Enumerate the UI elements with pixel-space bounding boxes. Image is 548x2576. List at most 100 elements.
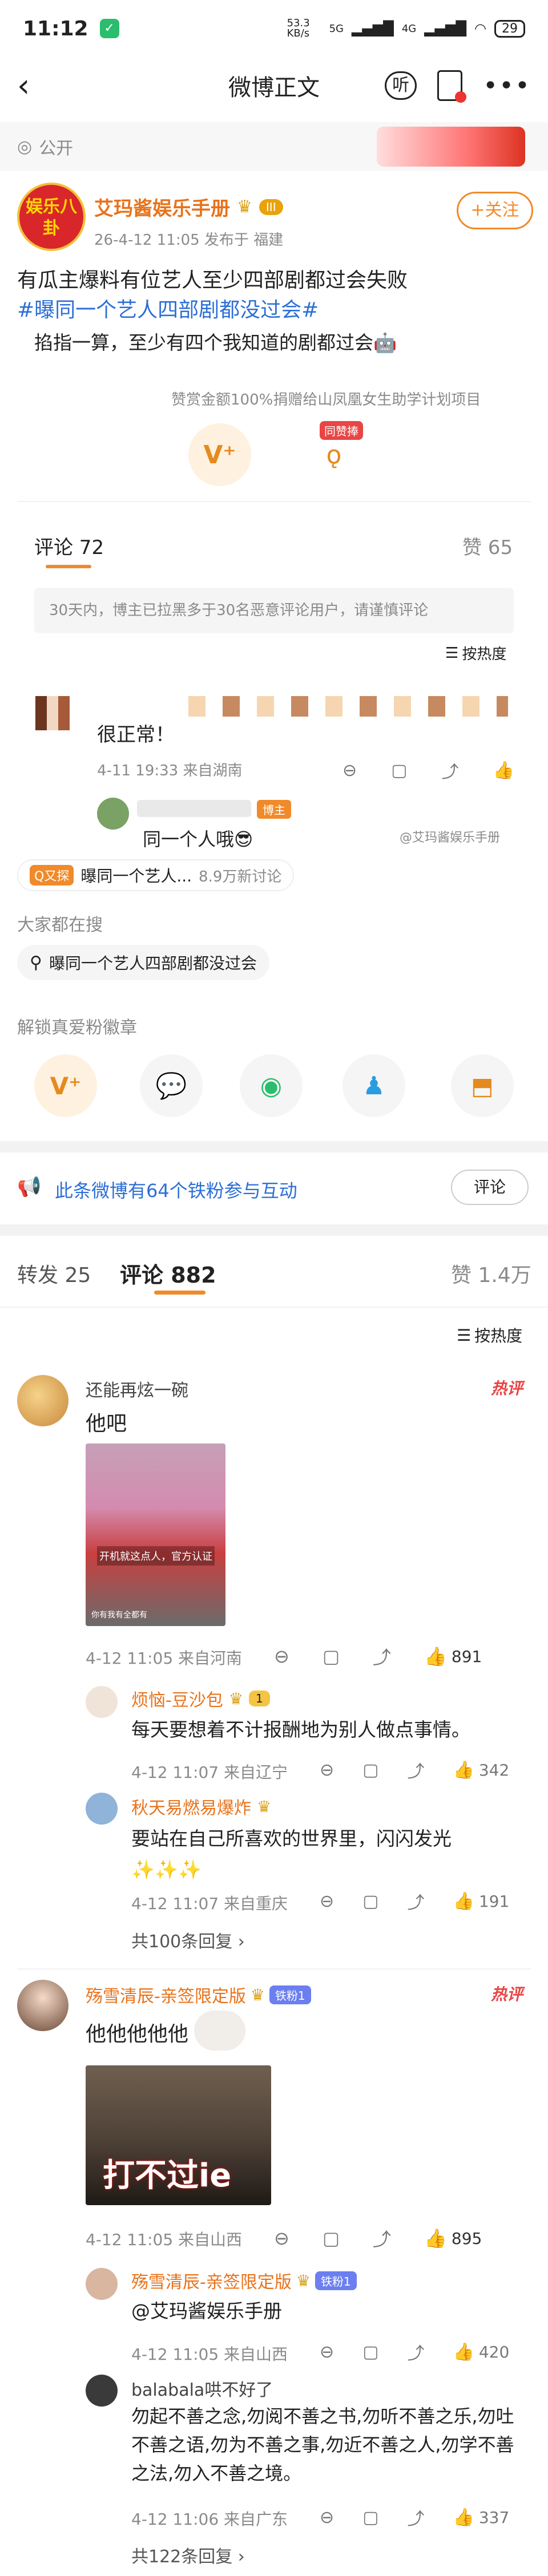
like-icon[interactable]: 👍 (453, 1760, 474, 1780)
comment-icon[interactable]: ▢ (362, 1760, 378, 1780)
reply-username[interactable]: 烦恼-豆沙包 (131, 1686, 223, 1711)
comment-divider (17, 1968, 531, 1970)
comment-meta: 4-12 11:05 来自山西 (86, 2230, 243, 2249)
qq-share-icon[interactable]: ♟ (342, 1054, 405, 1117)
back-icon[interactable]: ‹ (17, 67, 51, 104)
tab-comment[interactable]: 评论 882 (120, 1257, 216, 1289)
reply-username[interactable]: 殇雪清辰-亲签限定版 (131, 2268, 292, 2293)
reply-avatar[interactable] (86, 1793, 118, 1825)
comment-text: 他吧 (86, 1412, 127, 1435)
dislike-icon[interactable]: ⊖ (320, 2342, 334, 2362)
visibility-bar: ◎ 公开 (0, 122, 548, 171)
comment-icon[interactable]: ▢ (362, 1891, 378, 1911)
post-hashtag[interactable]: #曝同一个艺人四部剧都没过会# (17, 293, 319, 323)
reply-meta: 4-12 11:06 来自广东 (131, 2510, 288, 2529)
post-author[interactable]: 艾玛酱娱乐手册 (94, 193, 230, 221)
iron-fan-badge: 铁粉1 (315, 2271, 357, 2290)
topic-badge: Q又探 (30, 865, 74, 885)
comment-avatar[interactable] (17, 1375, 68, 1426)
iron-fans-comment-button[interactable]: 评论 (451, 1170, 529, 1205)
reply-username[interactable]: 秋天易燃易爆炸 (131, 1794, 251, 1819)
share-icon[interactable]: ⤴ (408, 2505, 425, 2530)
comment-notice: 30天内，博主已拉黑多于30名恶意评论用户，请谨慎评论 (34, 588, 514, 633)
wifi-icon: ◠ (474, 21, 486, 37)
reward-icon[interactable]: V⁺ (188, 423, 251, 486)
dislike-icon[interactable]: ⊖ (274, 1645, 289, 1667)
share-icon[interactable]: ⤴ (408, 1888, 425, 1914)
share-icon[interactable]: ⤴ (408, 2339, 425, 2364)
post-line-1: 有瓜主爆料有位艺人至少四部剧都过会失败 (17, 269, 408, 292)
share-icon[interactable]: ⤴ (373, 2225, 391, 2251)
red-packet-icon[interactable] (437, 70, 467, 103)
reply-meta: 4-12 11:07 来自重庆 (131, 1894, 288, 1913)
like-icon[interactable]: 👍 (453, 1891, 474, 1911)
moments-share-icon[interactable]: ◉ (240, 1054, 303, 1117)
like-count: 191 (478, 1891, 510, 1911)
like-icon[interactable]: 👍 (493, 761, 514, 781)
share-icon[interactable]: ⤴ (373, 1643, 391, 1669)
more-replies-link[interactable]: 共122条回复 › (131, 2542, 245, 2567)
inner-comments-tab[interactable]: 评论 72 (34, 532, 104, 560)
inner-likes-tab[interactable]: 赞 65 (462, 532, 513, 560)
comment-username[interactable]: 还能再炫一碗 (86, 1376, 188, 1401)
inner-sort[interactable]: 按热度 (462, 642, 506, 664)
comment-username[interactable]: 殇雪清辰-亲签限定版 (86, 1982, 246, 2007)
comment-avatar[interactable] (17, 1980, 68, 2031)
iron-fans-text: 此条微博有64个铁粉参与互动 (55, 1180, 297, 1202)
app-notification-icon: ✓ (99, 19, 119, 38)
reply-avatar[interactable] (86, 2268, 118, 2300)
search-icon: ⚲ (30, 952, 42, 973)
like-icon[interactable]: 👍 (424, 2227, 447, 2249)
more-replies-link[interactable]: 共100条回复 › (131, 1927, 245, 1952)
comment-icon[interactable]: ▢ (391, 761, 407, 781)
listen-button[interactable]: 听 (385, 71, 417, 100)
post-avatar[interactable]: 娱乐八卦 (17, 183, 86, 251)
comment-icon[interactable]: ▢ (362, 2342, 378, 2362)
like-icon[interactable]: 👍 (424, 1645, 447, 1667)
dislike-icon[interactable]: ⊖ (320, 1760, 334, 1780)
share-icon[interactable]: ⤴ (408, 1757, 425, 1782)
vplus-share-icon[interactable]: V⁺ (34, 1054, 97, 1117)
save-image-icon[interactable]: ⬒ (451, 1054, 514, 1117)
dislike-icon[interactable]: ⊖ (274, 2227, 289, 2249)
like-count: 895 (451, 2229, 482, 2248)
reply-avatar[interactable] (86, 2375, 118, 2407)
search-chip[interactable]: ⚲ 曝同一个艺人四部剧都没过会 (17, 945, 269, 980)
dislike-icon[interactable]: ⊖ (320, 1891, 334, 1911)
like-icon[interactable]: 👍 (453, 2508, 474, 2528)
image-caption: 开机就这点人，官方认证 (97, 1546, 215, 1566)
post-time: 26-4-12 11:05 发布于 福建 (94, 232, 284, 249)
reply-level-badge: 1 (248, 1691, 270, 1706)
battery-icon: 29 (494, 19, 525, 38)
comment-image[interactable]: 开机就这点人，官方认证 你有我有全都有 (86, 1443, 225, 1626)
tab-like[interactable]: 赞 1.4万 (451, 1259, 531, 1288)
dislike-icon[interactable]: ⊖ (342, 761, 357, 781)
comment-meta: 4-12 11:05 来自河南 (86, 1649, 243, 1668)
comment-icon[interactable]: ▢ (323, 1645, 340, 1667)
iron-fan-badge: 铁粉1 (269, 1985, 311, 2004)
topic-chip[interactable]: Q又探 曝同一个艺人... 8.9万新讨论 (17, 859, 295, 891)
reward-tag: 同赞捧 (320, 421, 363, 440)
section-divider (0, 1141, 548, 1152)
comment-icon[interactable]: ▢ (323, 2227, 340, 2249)
donation-text: 赞赏金额100%捐赠给山凤凰女生助学计划项目 (171, 391, 481, 409)
image-caption-footer: 你有我有全都有 (91, 1611, 147, 1620)
dislike-icon[interactable]: ⊖ (320, 2508, 334, 2528)
reply-meta: 4-12 11:05 来自山西 (131, 2345, 288, 2364)
reply-avatar[interactable] (86, 1686, 118, 1718)
wechat-share-icon[interactable]: 💬 (140, 1054, 203, 1117)
more-icon[interactable]: ••• (483, 71, 531, 100)
hot-comment-badge: 热评 (491, 1379, 523, 1398)
reply-username[interactable]: balabala哄不好了 (131, 2376, 273, 2401)
follow-button[interactable]: +关注 (457, 192, 533, 229)
like-icon[interactable]: 👍 (453, 2342, 474, 2362)
reply-text: 每天要想着不计报酬地为别人做点事情。 (131, 1718, 470, 1741)
comment-image[interactable]: 打不过ie (86, 2065, 271, 2205)
comment-icon[interactable]: ▢ (362, 2508, 378, 2528)
status-time: 11:12 (23, 17, 88, 41)
tab-repost[interactable]: 转发 25 (17, 1259, 91, 1288)
share-icon[interactable]: ⤴ (442, 758, 459, 783)
like-count: 891 (451, 1647, 482, 1666)
main-sort[interactable]: 按热度 (474, 1324, 522, 1346)
reply-text: 勿起不善之念,勿阅不善之书,勿听不善之乐,勿吐不善之语,勿为不善之事,勿近不善之… (131, 2405, 514, 2484)
